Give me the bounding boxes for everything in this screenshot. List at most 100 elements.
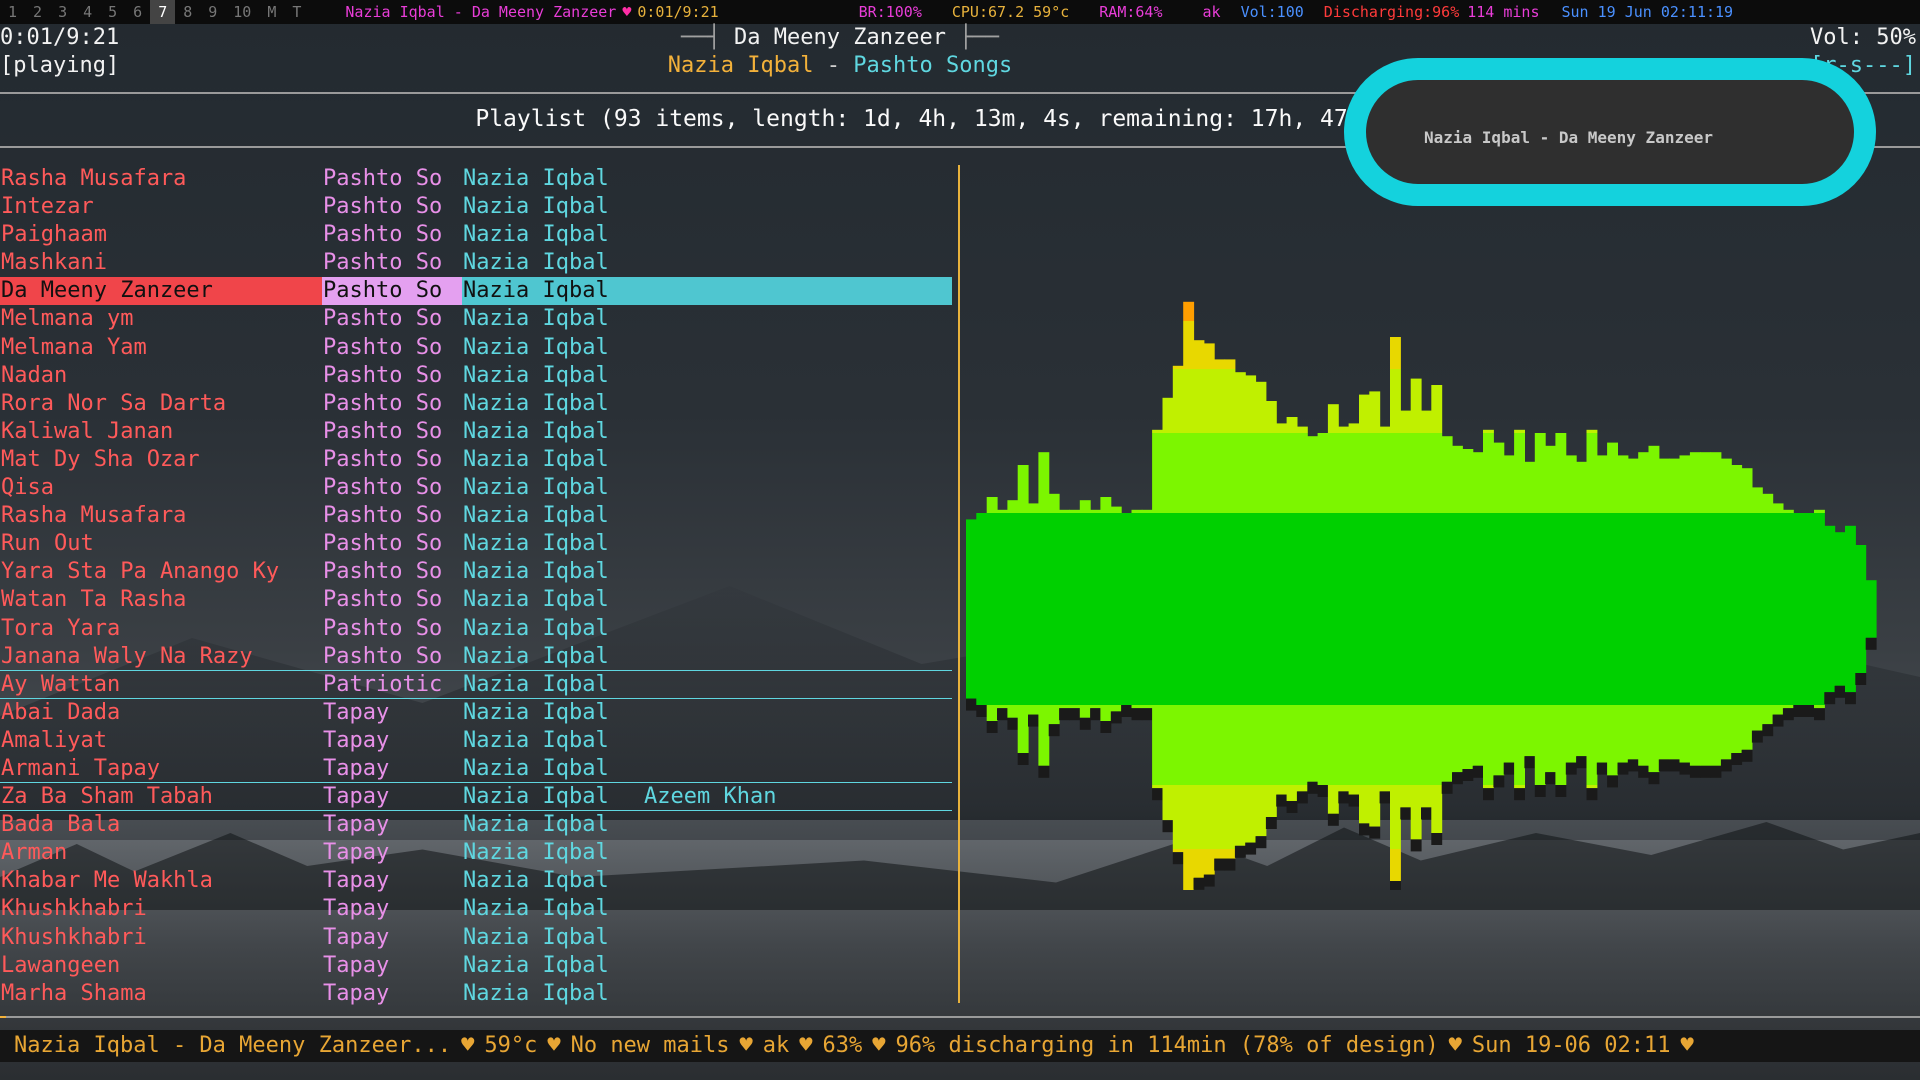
playlist[interactable]: Rasha Musafara Pashto So Nazia Iqbal Inteza… [0,165,952,1008]
workspace-T[interactable]: T [284,0,309,24]
audio-visualizer [966,301,1877,890]
visualizer-bar [1669,513,1681,609]
visualizer-bar [1038,452,1050,513]
workspace-9[interactable]: 9 [200,0,225,24]
visualizer-bar [1596,705,1608,763]
visualizer-bar [1731,609,1743,705]
visualizer-bar [1245,609,1257,705]
visualizer-bar [1172,705,1184,785]
playlist-row[interactable]: Melmana ym Pashto So Nazia Iqbal [0,305,952,333]
song-title-cell: Ay Wattan [0,671,320,699]
playlist-row[interactable]: Mashkani Pashto So Nazia Iqbal [0,249,952,277]
workspace-10[interactable]: 10 [225,0,259,24]
workspace-3[interactable]: 3 [50,0,75,24]
visualizer-bar [1689,705,1701,766]
workspace-M[interactable]: M [259,0,284,24]
playlist-row[interactable]: Rasha Musafara Pashto So Nazia Iqbal [0,502,952,530]
visualizer-bar [1369,433,1381,513]
playlist-row[interactable]: Tora Yara Pashto So Nazia Iqbal [0,615,952,643]
workspace-7[interactable]: 7 [150,0,176,24]
visualizer-bar [1359,394,1370,433]
playlist-row[interactable]: Janana Waly Na Razy Pashto So Nazia Iqbal [0,643,952,671]
playlist-row[interactable]: Lawangeen Tapay Nazia Iqbal [0,952,952,980]
playlist-row[interactable]: Melmana Yam Pashto So Nazia Iqbal [0,334,952,362]
visualizer-bar [1452,445,1463,513]
visualizer-bar [1348,785,1360,795]
playlist-row[interactable]: Khabar Me Wakhla Tapay Nazia Iqbal [0,867,952,895]
artist-cell: Nazia Iqbal [463,840,609,866]
workspace-8[interactable]: 8 [175,0,200,24]
bar-battery-pct: 96% [1432,3,1460,21]
playlist-row[interactable]: Rora Nor Sa Darta Pashto So Nazia Iqbal [0,390,952,418]
visualizer-bar [1814,513,1825,609]
workspace-list: 1 2 3 4 5 6 7 8 9 10 M T [0,0,309,24]
visualizer-bar [1162,705,1174,785]
visualizer-bar [1203,433,1215,513]
playlist-row[interactable]: Ay Wattan Patriotic Nazia Iqbal [0,671,952,699]
visualizer-bar [1741,705,1753,750]
notification-popup[interactable]: Nazia Iqbal - Da Meeny Zanzeer [1344,58,1876,206]
playlist-row[interactable]: Arman Tapay Nazia Iqbal [0,839,952,867]
visualizer-bar [1751,487,1763,513]
visualizer-bar [1586,433,1598,513]
playlist-row[interactable]: Yara Sta Pa Anango Ky Pashto So Nazia Iqba… [0,558,952,586]
bottom-bar-segment: Nazia Iqbal - Da Meeny Zanzeer... [14,1033,452,1058]
playlist-row[interactable]: Khushkhabri Tapay Nazia Iqbal [0,895,952,923]
visualizer-bar [1307,436,1319,513]
playlist-row[interactable]: Abai Dada Tapay Nazia Iqbal [0,699,952,727]
playlist-row[interactable]: Khushkhabri Tapay Nazia Iqbal [0,924,952,952]
playlist-row[interactable]: Qisa Pashto So Nazia Iqbal [0,474,952,502]
song-title-cell: Janana Waly Na Razy [0,643,320,671]
song-title-cell: Run Out [1,531,94,557]
playlist-row[interactable]: Za Ba Sham Tabah Tapay Nazia Iqbal Azeem Kh… [0,783,952,812]
visualizer-bar [1183,609,1195,705]
visualizer-bar [1017,609,1029,705]
bar-user: ak [1202,3,1221,21]
visualizer-bar [1172,785,1184,849]
playlist-row[interactable]: Nadan Pashto So Nazia Iqbal [0,362,952,390]
visualizer-bar [1772,503,1784,513]
playlist-row[interactable]: Bada Bala Tapay Nazia Iqbal [0,811,952,839]
visualizer-bar [1514,785,1525,789]
workspace-5[interactable]: 5 [100,0,125,24]
visualizer-bar [997,513,1008,609]
artist-cell: Nazia Iqbal [463,643,609,669]
playlist-row[interactable]: Intezar Pashto So Nazia Iqbal [0,193,952,221]
playlist-row[interactable]: Paighaam Pashto So Nazia Iqbal [0,221,952,249]
visualizer-bar [1183,433,1195,513]
workspace-2[interactable]: 2 [25,0,50,24]
playlist-row[interactable]: Watan Ta Rasha Pashto So Nazia Iqbal [0,586,952,614]
visualizer-bar [1296,513,1308,609]
progress-track[interactable] [0,1016,1920,1018]
visualizer-bar [1348,433,1360,513]
visualizer-bar [1193,705,1205,785]
playlist-row[interactable]: Marha Shama Tapay Nazia Iqbal [0,980,952,1008]
visualizer-bar [1359,785,1370,824]
visualizer-bar [1152,785,1163,789]
visualizer-bar [1483,429,1494,433]
visualizer-bar [1421,705,1432,785]
visualizer-bar [1162,513,1174,609]
bottom-bar-segment: No new mails [570,1033,730,1058]
visualizer-bar [1762,705,1774,725]
workspace-6[interactable]: 6 [125,0,150,24]
visualizer-bar [1203,609,1215,705]
artist-cell: Nazia Iqbal [463,334,609,360]
playlist-row[interactable]: Rasha Musafara Pashto So Nazia Iqbal [0,165,952,193]
visualizer-bar [1214,513,1226,609]
workspace-4[interactable]: 4 [75,0,100,24]
workspace-1[interactable]: 1 [0,0,25,24]
artist-cell: Nazia Iqbal [463,980,609,1006]
visualizer-bar [1193,433,1205,513]
playlist-row[interactable]: Mat Dy Sha Ozar Pashto So Nazia Iqbal [0,446,952,474]
visualizer-bar [1462,705,1474,769]
visualizer-bar [1679,705,1691,763]
visualizer-bar [1710,705,1722,766]
visualizer-bar [1224,849,1236,859]
playlist-row[interactable]: Armani Tapay Tapay Nazia Iqbal [0,755,952,784]
playlist-row[interactable]: Kaliwal Janan Pashto So Nazia Iqbal [0,418,952,446]
playlist-row[interactable]: Amaliyat Tapay Nazia Iqbal [0,727,952,755]
playlist-row-current[interactable]: Da Meeny Zanzeer Pashto So Nazia Iqbal [0,277,952,306]
playlist-row[interactable]: Run Out Pashto So Nazia Iqbal [0,530,952,558]
visualizer-bar [1731,465,1743,513]
